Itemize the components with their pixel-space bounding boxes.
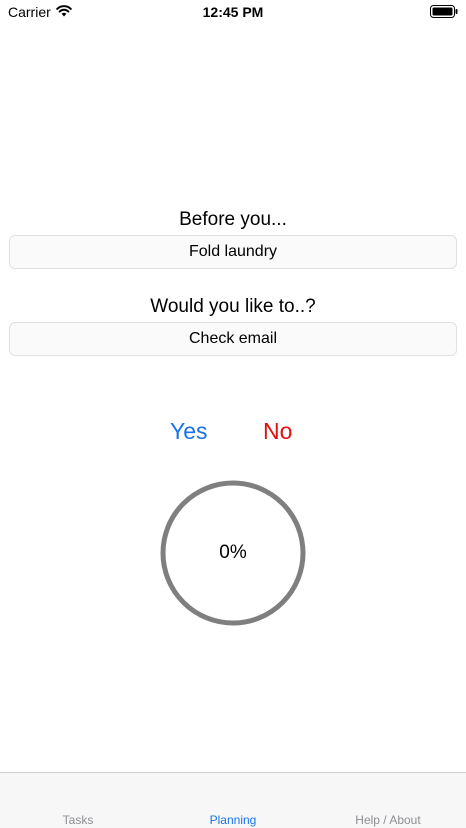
before-task-field[interactable]: Fold laundry <box>9 235 457 269</box>
tab-planning[interactable]: Planning <box>195 813 271 827</box>
progress-label: 0% <box>160 480 306 626</box>
before-prompt: Before you... <box>179 209 287 230</box>
no-button[interactable]: No <box>263 418 292 445</box>
progress-percent: 0% <box>219 542 247 563</box>
clock: 12:45 PM <box>202 4 264 20</box>
would-prompt: Would you like to..? <box>150 296 316 317</box>
would-task-value: Check email <box>188 330 278 347</box>
tab-help-about[interactable]: Help / About <box>340 813 436 827</box>
tab-tasks[interactable]: Tasks <box>40 813 116 827</box>
battery-icon <box>430 5 458 18</box>
yes-button[interactable]: Yes <box>170 418 208 445</box>
before-task-value: Fold laundry <box>188 243 278 260</box>
would-task-field[interactable]: Check email <box>9 322 457 356</box>
status-bar: Carrier 12:45 PM <box>0 0 466 24</box>
tab-bar: Tasks Planning Help / About <box>0 772 466 828</box>
